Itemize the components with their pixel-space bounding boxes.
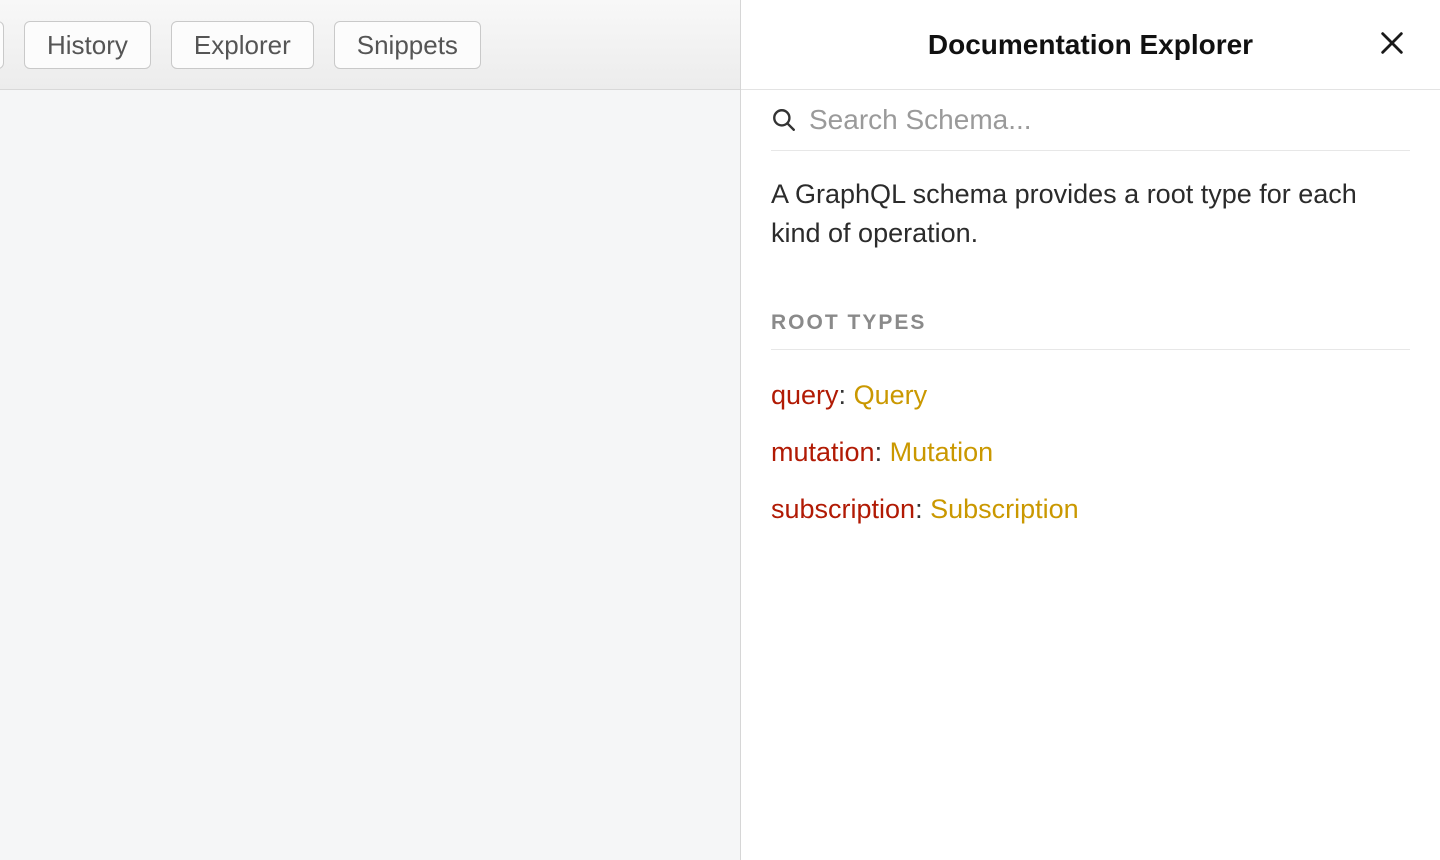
- root-type-row-query: query: Query: [771, 378, 1410, 413]
- root-type-row-mutation: mutation: Mutation: [771, 435, 1410, 470]
- colon: :: [839, 380, 854, 410]
- schema-description: A GraphQL schema provides a root type fo…: [741, 151, 1440, 261]
- root-type-row-subscription: subscription: Subscription: [771, 492, 1410, 527]
- colon: :: [915, 494, 930, 524]
- snippets-button[interactable]: Snippets: [334, 21, 481, 69]
- root-types-heading: ROOT TYPES: [771, 261, 1410, 350]
- root-type-link-mutation[interactable]: Mutation: [890, 437, 994, 467]
- explorer-button[interactable]: Explorer: [171, 21, 314, 69]
- editor-body[interactable]: [0, 90, 740, 860]
- schema-search-input[interactable]: [809, 104, 1410, 136]
- close-docs-button[interactable]: [1374, 27, 1410, 63]
- documentation-panel: Documentation Explorer A GraphQL schem: [740, 0, 1440, 860]
- documentation-header: Documentation Explorer: [741, 0, 1440, 90]
- toolbar: y History Explorer Snippets: [0, 0, 740, 90]
- toolbar-button-partial[interactable]: y: [0, 21, 4, 69]
- root-type-link-query[interactable]: Query: [854, 380, 928, 410]
- root-keyword: mutation: [771, 437, 875, 467]
- root-keyword: subscription: [771, 494, 915, 524]
- root-types-list: query: Query mutation: Mutation subscrip…: [741, 350, 1440, 555]
- schema-search-row: [771, 90, 1410, 151]
- colon: :: [875, 437, 890, 467]
- documentation-title: Documentation Explorer: [928, 29, 1253, 61]
- root-keyword: query: [771, 380, 839, 410]
- close-icon: [1378, 29, 1406, 60]
- root-type-link-subscription[interactable]: Subscription: [930, 494, 1079, 524]
- history-button[interactable]: History: [24, 21, 151, 69]
- search-icon: [771, 107, 797, 133]
- editor-pane: y History Explorer Snippets: [0, 0, 740, 860]
